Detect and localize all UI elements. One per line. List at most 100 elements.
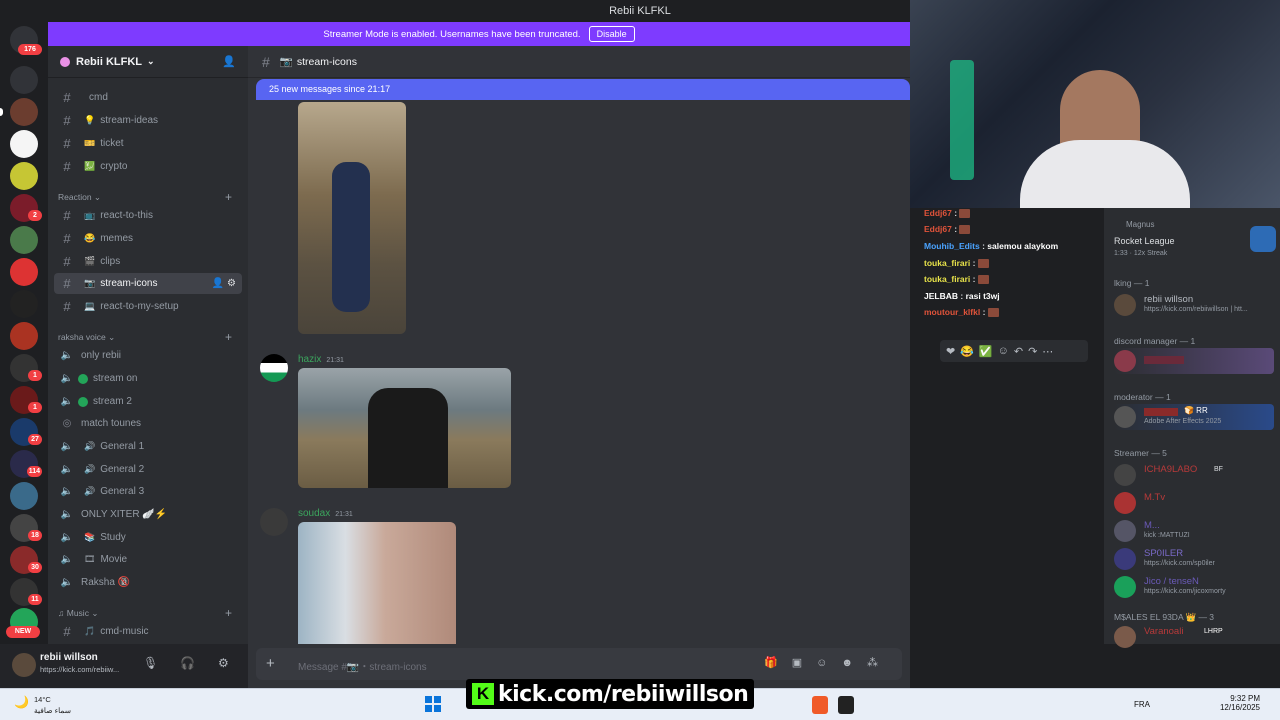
voice-movie[interactable]: 🔈 🎞 Movie [54, 549, 242, 570]
message-input[interactable]: Message #📷・stream-icons [298, 658, 427, 673]
add-reaction-icon[interactable]: ☺ [998, 345, 1009, 357]
voice-study[interactable]: 🔈 📚 Study [54, 527, 242, 548]
add-member-icon[interactable]: 👤 [222, 55, 236, 68]
channel-cmd-music[interactable]: # 🎵 cmd-music [54, 621, 242, 642]
member-item[interactable]: 🍞 RR Adobe After Effects 2025 [1114, 404, 1274, 430]
channel-crypto[interactable]: # 💹 crypto [54, 156, 242, 177]
voice-general-1[interactable]: 🔈 🔊 General 1 [54, 436, 242, 457]
voice-raksha[interactable]: 🔈 Raksha 🔞 [54, 572, 242, 593]
add-attachment-icon[interactable]: + [266, 655, 275, 672]
channel-memes[interactable]: # 😂 memes [54, 228, 242, 249]
weather-temp: 14°C [34, 695, 51, 704]
add-channel-icon[interactable]: + [225, 190, 232, 204]
language-indicator[interactable]: FRA [1134, 700, 1150, 709]
channel-react-to-this[interactable]: # 📺 react-to-this [54, 205, 242, 226]
headphones-icon[interactable]: 🎧 [180, 656, 195, 670]
category-reaction[interactable]: Reaction ⌄ + [58, 190, 238, 204]
channel-cmd[interactable]: # cmd [54, 87, 242, 108]
reply-icon[interactable]: ↶ [1014, 345, 1023, 358]
role-header-discord-manager: discord manager — 1 [1114, 336, 1196, 346]
server-icon[interactable] [10, 482, 38, 510]
voice-match-tounes[interactable]: ◎ match tounes [54, 413, 242, 434]
gear-icon[interactable]: ⚙ [218, 656, 229, 670]
server-icon[interactable] [10, 226, 38, 254]
channel-ticket[interactable]: # 🎫 ticket [54, 133, 242, 154]
member-item[interactable]: M.Tv [1114, 490, 1274, 516]
check-reaction-icon[interactable]: ✅ [979, 345, 993, 358]
add-channel-icon[interactable]: + [225, 330, 232, 344]
image-attachment[interactable] [298, 368, 511, 488]
server-icon[interactable] [10, 98, 38, 126]
member-item[interactable] [1114, 348, 1274, 374]
member-name-redacted [1144, 408, 1178, 416]
channel-react-to-my-setup[interactable]: # 💻 react-to-my-setup [54, 296, 242, 317]
server-icon[interactable] [10, 322, 38, 350]
member-item[interactable]: SP0ILER https://kick.com/sp0iler [1114, 546, 1274, 572]
voice-stream-on[interactable]: 🔈 stream on [54, 368, 242, 389]
category-voice[interactable]: raksha voice ⌄ + [58, 330, 238, 344]
member-name: Magnus [1126, 220, 1155, 229]
new-messages-bar[interactable]: 25 new messages since 21:17 [256, 79, 910, 100]
app-icon[interactable] [838, 696, 854, 714]
member-name: M.Tv [1144, 492, 1166, 503]
hash-icon: # [63, 231, 71, 246]
channel-stream-ideas[interactable]: # 💡 stream-ideas [54, 110, 242, 131]
member-item[interactable]: rebii willson https://kick.com/rebiiwill… [1114, 292, 1274, 318]
message-author[interactable]: hazix 21:31 [298, 354, 344, 365]
windows-start-icon[interactable] [425, 696, 441, 712]
voice-general-3[interactable]: 🔈 🔊 General 3 [54, 481, 242, 502]
weather-widget[interactable]: 🌙 14°C سماء صافية [14, 693, 94, 717]
message-author[interactable]: soudax 21:31 [298, 508, 353, 519]
category-music[interactable]: ♫ Music ⌄ + [58, 606, 238, 620]
system-tray[interactable]: FRA 9:32 PM 12/16/2025 [1134, 694, 1260, 712]
new-badge[interactable]: NEW [6, 626, 40, 638]
server-icon[interactable] [10, 258, 38, 286]
member-item[interactable]: ICHA9LABO BF [1114, 462, 1274, 488]
channel-emoji: 😂 [84, 233, 96, 243]
microphone-icon[interactable]: 🎙 [143, 656, 158, 670]
voice-general-2[interactable]: 🔈 🔊 General 2 [54, 459, 242, 480]
member-name: rebii willson [1144, 294, 1194, 305]
home-badge: 176 [18, 44, 42, 55]
channel-stream-icons[interactable]: # 📷 stream-icons 👤 ⚙ [54, 273, 242, 294]
disable-button[interactable]: Disable [588, 26, 635, 42]
voice-only-rebii[interactable]: 🔈 only rebii [54, 345, 242, 366]
voice-stream-2[interactable]: 🔈 stream 2 [54, 391, 242, 412]
member-item[interactable]: M... kick :MATTUZI [1114, 518, 1274, 544]
channel-clips[interactable]: # 🎬 clips [54, 251, 242, 272]
avatar[interactable] [260, 354, 288, 382]
avatar[interactable] [260, 508, 288, 536]
speaker-icon: 🔈 [60, 532, 74, 543]
category-label: Music [66, 608, 89, 618]
hash-icon: # [63, 299, 71, 314]
clock-date: 12/16/2025 [1219, 703, 1260, 712]
forward-icon[interactable]: ↷ [1028, 345, 1037, 358]
now-playing-card[interactable]: Magnus Rocket League 1:33 · 12x Streak [1114, 220, 1276, 257]
add-channel-icon[interactable]: + [225, 606, 232, 620]
server-icon[interactable] [10, 162, 38, 190]
more-icon[interactable]: ⋯ [1042, 345, 1053, 358]
avatar[interactable] [12, 653, 36, 677]
laugh-reaction-icon[interactable]: 😂 [960, 345, 974, 358]
chevron-down-icon: ⌄ [147, 56, 155, 66]
image-attachment[interactable] [298, 102, 406, 334]
server-icon[interactable] [10, 290, 38, 318]
gear-icon[interactable]: 👤 ⚙ [212, 278, 236, 289]
voice-only-xiter[interactable]: 🔈 ONLY XITER 🪽⚡ [54, 504, 242, 525]
member-name: ICHA9LABO [1144, 464, 1198, 475]
server-badge: 18 [28, 530, 42, 541]
composer-tools-icon[interactable]: 🎁▣☺☻⁂ [764, 656, 892, 669]
server-icon[interactable] [10, 130, 38, 158]
member-item[interactable]: Jico / tenseN https://kick.com/jicoxmort… [1114, 574, 1274, 600]
channel-label: stream-icons [100, 278, 158, 289]
image-attachment[interactable] [298, 522, 456, 644]
member-item[interactable]: Varanoali LHRP [1114, 624, 1274, 650]
brave-icon[interactable] [812, 696, 828, 714]
speaker-icon: 🔈 [60, 396, 74, 407]
hash-icon: # [63, 254, 71, 269]
message-composer[interactable]: + Message #📷・stream-icons 🎁▣☺☻⁂ [256, 648, 902, 680]
dm-icon[interactable] [10, 66, 38, 94]
server-badge: 30 [28, 562, 42, 573]
heart-reaction-icon[interactable]: ❤ [946, 345, 955, 358]
server-header[interactable]: Rebii KLFKL ⌄ 👤 [48, 46, 248, 78]
